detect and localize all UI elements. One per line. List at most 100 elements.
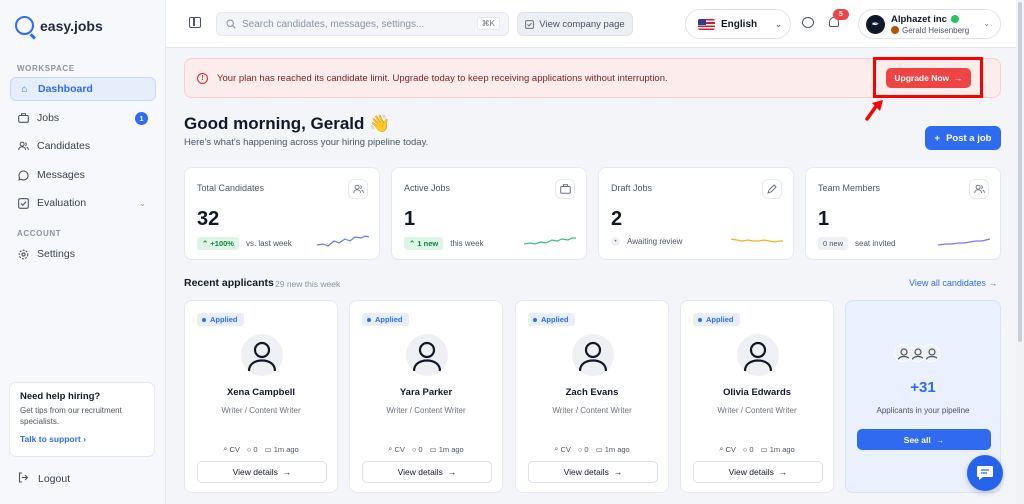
- sidebar-item-messages[interactable]: Messages: [10, 163, 156, 187]
- applicant-card[interactable]: Applied Yara Parker Writer / Content Write…: [349, 300, 503, 493]
- applicant-meta: ⌕ CV ○ 0 ▭ 1m ago: [681, 444, 833, 454]
- plus-icon: +: [934, 132, 941, 144]
- applicant-meta: ⌕ CV ○ 0 ▭ 1m ago: [516, 444, 668, 454]
- comment-icon: ○: [577, 444, 583, 454]
- search-shortcut: ⌘K: [476, 17, 500, 30]
- verified-icon: [950, 15, 959, 23]
- view-details-button[interactable]: View details →: [362, 461, 492, 483]
- comment-count: ○ 0: [578, 444, 589, 454]
- cv-attachment[interactable]: ⌕ CV: [388, 444, 405, 454]
- applicant-role: Writer / Content Writer: [717, 406, 797, 415]
- user-avatar: [891, 26, 899, 34]
- external-link-icon: [525, 19, 535, 29]
- applicant-meta: ⌕ CV ○ 0 ▭ 1m ago: [350, 444, 502, 454]
- cv-attachment[interactable]: ⌕ CV: [223, 444, 240, 454]
- sparkline: [317, 235, 369, 247]
- view-details-button[interactable]: View details →: [528, 461, 658, 483]
- view-details-label: View details: [728, 467, 774, 477]
- view-all-candidates-link[interactable]: View all candidates →: [909, 278, 997, 288]
- sidebar-toggle-icon[interactable]: [189, 17, 201, 28]
- sidebar-item-evaluation[interactable]: Evaluation ⌄: [10, 191, 156, 215]
- stat-card-total-candidates[interactable]: Total Candidates 32 ⌃ +100% vs. last wee…: [184, 167, 380, 260]
- stat-value: 1: [404, 208, 416, 230]
- stat-card-active-jobs[interactable]: Active Jobs 1 ⌃ 1 new this week: [391, 167, 587, 260]
- page-scrollbar[interactable]: [1016, 0, 1024, 504]
- cv-label: CV: [394, 444, 405, 454]
- comment-count-value: 0: [584, 444, 589, 454]
- chevron-down-icon[interactable]: ⌄: [139, 199, 146, 208]
- user-name: Gerald Heisenberg: [902, 25, 970, 35]
- comment-count-value: 0: [749, 444, 754, 454]
- view-details-button[interactable]: View details →: [197, 461, 327, 483]
- applicant-role: Writer / Content Writer: [386, 406, 466, 415]
- logo-icon: [15, 16, 34, 35]
- stat-note: Awaiting review: [627, 237, 683, 246]
- help-title: Need help hiring?: [20, 391, 101, 402]
- status-badge: Applied: [362, 313, 409, 326]
- search-icon: [226, 19, 236, 29]
- messages-icon[interactable]: [802, 17, 814, 28]
- applied-time-value: 1m ago: [604, 444, 630, 454]
- sidebar-item-label: Dashboard: [38, 83, 93, 95]
- home-icon: ⌂: [21, 83, 28, 95]
- sidebar-item-settings[interactable]: Settings: [10, 242, 156, 266]
- stat-card-draft-jobs[interactable]: Draft Jobs 2 • Awaiting review: [598, 167, 794, 260]
- gear-icon: [18, 249, 29, 260]
- company-name: Alphazet inc: [891, 13, 947, 25]
- arrow-right-icon: →: [935, 434, 945, 445]
- post-a-job-button[interactable]: + Post a job: [925, 126, 1001, 150]
- page-title: Good morning, Gerald 👋: [184, 114, 391, 133]
- logout-button[interactable]: Logout: [18, 472, 70, 486]
- applied-time-value: 1m ago: [769, 444, 795, 454]
- trend-badge: ⌃ +100%: [197, 237, 239, 250]
- search-input[interactable]: Search candidates, messages, settings...…: [216, 12, 509, 36]
- trend-value: 1 new: [417, 239, 439, 248]
- applicant-card[interactable]: Applied Zach Evans Writer / Content Writer…: [515, 300, 669, 493]
- language-selector[interactable]: English ⌄: [685, 9, 791, 39]
- applicant-card[interactable]: Applied Xena Campbell Writer / Content Wri…: [184, 300, 338, 493]
- paperclip-icon: ⌕: [719, 444, 724, 453]
- comment-count: ○ 0: [247, 444, 258, 454]
- status-badge: Applied: [528, 313, 575, 326]
- logout-label: Logout: [38, 473, 71, 485]
- sidebar-item-jobs[interactable]: Jobs 1: [10, 106, 156, 130]
- status-badge: Applied: [693, 313, 740, 326]
- view-details-button[interactable]: View details →: [693, 461, 823, 483]
- applicant-name: Zach Evans: [565, 387, 619, 398]
- stat-note: seat invited: [855, 239, 896, 248]
- avatar-stack: [894, 344, 940, 362]
- applicant-card[interactable]: Applied Olivia Edwards Writer / Content Wr…: [680, 300, 834, 493]
- cv-attachment[interactable]: ⌕ CV: [719, 444, 736, 454]
- cv-attachment[interactable]: ⌕ CV: [554, 444, 571, 454]
- chat-icon: [18, 169, 29, 181]
- pending-icon: •: [611, 237, 620, 246]
- help-card: Need help hiring? Get tips from our recr…: [9, 382, 155, 457]
- sidebar-item-label: Settings: [37, 248, 75, 260]
- app-logo[interactable]: easy.jobs: [15, 16, 103, 35]
- search-placeholder: Search candidates, messages, settings...: [242, 18, 425, 30]
- sidebar-item-dashboard[interactable]: ⌂ Dashboard: [10, 77, 156, 101]
- sidebar-item-candidates[interactable]: Candidates: [10, 134, 156, 158]
- view-company-page-button[interactable]: View company page: [517, 12, 633, 36]
- recent-applicants-title: Recent applicants: [184, 277, 274, 289]
- stat-label: Active Jobs: [404, 183, 451, 193]
- applicant-meta: ⌕ CV ○ 0 ▭ 1m ago: [185, 444, 337, 454]
- chat-support-button[interactable]: [967, 455, 1003, 491]
- arrow-right-icon: →: [613, 467, 623, 477]
- alert-icon: !: [197, 72, 208, 84]
- cv-label: CV: [229, 444, 240, 454]
- applied-time: ▭ 1m ago: [265, 444, 299, 454]
- account-switcher[interactable]: ✒ Alphazet inc Gerald Heisenberg ⌄: [858, 9, 1001, 39]
- see-all-button[interactable]: See all →: [857, 429, 991, 450]
- jobs-count-badge: 1: [135, 111, 148, 125]
- applicant-name: Xena Campbell: [226, 387, 296, 398]
- calendar-icon: ▭: [760, 444, 768, 454]
- stat-value: 1: [818, 208, 830, 230]
- arrow-right-icon: →: [447, 467, 457, 477]
- more-applicants-text: Applicants in your pipeline: [876, 406, 970, 415]
- talk-to-support-link[interactable]: Talk to support ›: [20, 434, 144, 444]
- stat-label: Team Members: [818, 183, 881, 193]
- users-icon: [348, 179, 368, 199]
- stat-card-team-members[interactable]: Team Members 1 0 new seat invited: [805, 167, 1001, 260]
- sidebar-item-label: Jobs: [37, 112, 60, 124]
